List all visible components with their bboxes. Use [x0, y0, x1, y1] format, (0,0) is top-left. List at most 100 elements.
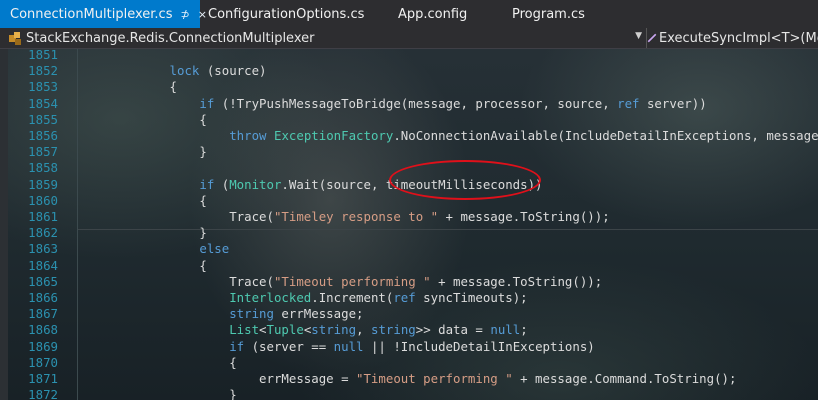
code-token: { [80, 354, 237, 370]
code-token: ExceptionFactory [273, 128, 394, 143]
line-number: 1864 [28, 257, 58, 273]
code-text: if (server == null || !IncludeDetailInEx… [80, 339, 595, 355]
code-token: lock [169, 63, 200, 79]
code-token: "Timeley response to " [273, 209, 439, 224]
line-number: 1854 [28, 95, 58, 111]
tab-label: ConnectionMultiplexer.cs [10, 6, 173, 22]
code-token: server)) [639, 95, 707, 111]
code-text: } [80, 225, 206, 241]
code-text: errMessage = "Timeout performing " + mes… [80, 371, 736, 387]
code-text: { [80, 354, 237, 371]
code-token: "Timeout performing " [356, 371, 513, 386]
line-number: 1857 [28, 144, 58, 160]
code-token: null [333, 338, 364, 354]
code-token: || !IncludeDetailInExceptions) [363, 338, 595, 354]
code-token: else [199, 241, 230, 257]
tab-label: Program.cs [512, 6, 585, 22]
code-token: string [229, 306, 274, 322]
pin-icon[interactable]: ⊅ [180, 8, 189, 21]
code-text: { [80, 79, 177, 95]
code-token: < [259, 322, 267, 338]
code-token: ; [520, 322, 528, 338]
navigation-bar: StackExchange.Redis.ConnectionMultiplexe… [0, 28, 818, 49]
line-number: 1871 [28, 371, 58, 386]
code-token: } [80, 387, 237, 400]
code-token: string [370, 322, 416, 338]
code-token: Trace( [80, 273, 274, 289]
code-token: + message.Command.ToString(); [512, 371, 737, 386]
code-text: Trace("Timeout performing " + message.To… [80, 274, 602, 290]
line-number: 1868 [28, 322, 58, 338]
code-editor[interactable]: 1851 1852 lock (source) 1853 {1854 if (!Tr… [0, 49, 818, 400]
code-token: ref [393, 290, 416, 305]
tab-label: App.config [398, 6, 468, 22]
member-dropdown[interactable]: ExecuteSyncImpl<T>(Mes [647, 28, 818, 48]
code-token: null [490, 322, 521, 338]
line-number: 1860 [28, 192, 58, 208]
code-text: } [80, 387, 237, 400]
line-number: 1870 [28, 354, 58, 370]
tab-program[interactable]: Program.cs [502, 0, 622, 28]
code-token: Monitor [229, 176, 282, 192]
code-text: lock (source) [80, 63, 267, 79]
line-number: 1858 [28, 160, 58, 176]
code-token: string [311, 322, 357, 338]
code-token: { [80, 192, 207, 208]
tab-label: ConfigurationOptions.cs [208, 6, 365, 22]
line-number: 1853 [28, 79, 58, 95]
code-token: errMessage = [80, 371, 357, 386]
code-text: } [80, 144, 207, 160]
code-token: if [229, 338, 245, 354]
tab-app-config[interactable]: App.config [388, 0, 502, 28]
code-token: syncTimeouts); [415, 290, 528, 305]
code-token: (!TryPushMessageToBridge(message, proces… [214, 95, 618, 111]
code-token: .NoConnectionAvailable(IncludeDetailInEx… [393, 128, 818, 143]
code-token: } [80, 144, 207, 160]
code-token: Trace( [80, 209, 274, 224]
code-text: if (!TryPushMessageToBridge(message, pro… [80, 95, 707, 112]
type-dropdown[interactable]: StackExchange.Redis.ConnectionMultiplexe… [0, 28, 647, 48]
member-dropdown-value: ExecuteSyncImpl<T>(Mes [659, 30, 818, 46]
code-token: { [80, 111, 207, 127]
line-number: 1856 [28, 128, 58, 143]
code-token: ref [617, 95, 640, 111]
code-token: errMessage; [273, 306, 364, 322]
tab-connectionmultiplexer[interactable]: ConnectionMultiplexer.cs ⊅ × [0, 0, 207, 28]
type-dropdown-value: StackExchange.Redis.ConnectionMultiplexe… [26, 30, 315, 46]
code-token: if [199, 95, 215, 111]
line-number: 1869 [28, 338, 58, 354]
red-annotation-circle [389, 160, 541, 200]
code-token: Tuple [266, 322, 304, 338]
code-token: , [356, 322, 371, 338]
line-number: 1859 [28, 176, 58, 192]
code-text: throw ExceptionFactory.NoConnectionAvail… [80, 128, 818, 144]
code-token: + message.ToString()); [430, 273, 603, 289]
code-token: { [80, 79, 177, 95]
method-icon [647, 33, 657, 43]
code-token: + message.ToString()); [438, 209, 610, 224]
indicator-margin[interactable] [0, 49, 8, 400]
code-token: .Increment( [311, 290, 394, 305]
code-text: { [80, 111, 207, 128]
chevron-down-icon[interactable]: ▼ [635, 31, 642, 41]
line-number: 1867 [28, 306, 58, 322]
code-text: List<Tuple<string, string>> data = null; [80, 322, 528, 338]
line-number: 1865 [28, 273, 58, 289]
line-number: 1861 [28, 209, 58, 224]
code-token: Interlocked [229, 290, 312, 305]
tab-configurationoptions[interactable]: ConfigurationOptions.cs [200, 0, 388, 28]
code-token: ( [214, 176, 230, 192]
code-text: { [80, 192, 207, 209]
code-token: throw [229, 128, 267, 143]
code-token: if [199, 176, 215, 192]
line-number: 1872 [28, 387, 58, 400]
code-token: { [80, 257, 207, 273]
line-number: 1855 [28, 111, 58, 127]
